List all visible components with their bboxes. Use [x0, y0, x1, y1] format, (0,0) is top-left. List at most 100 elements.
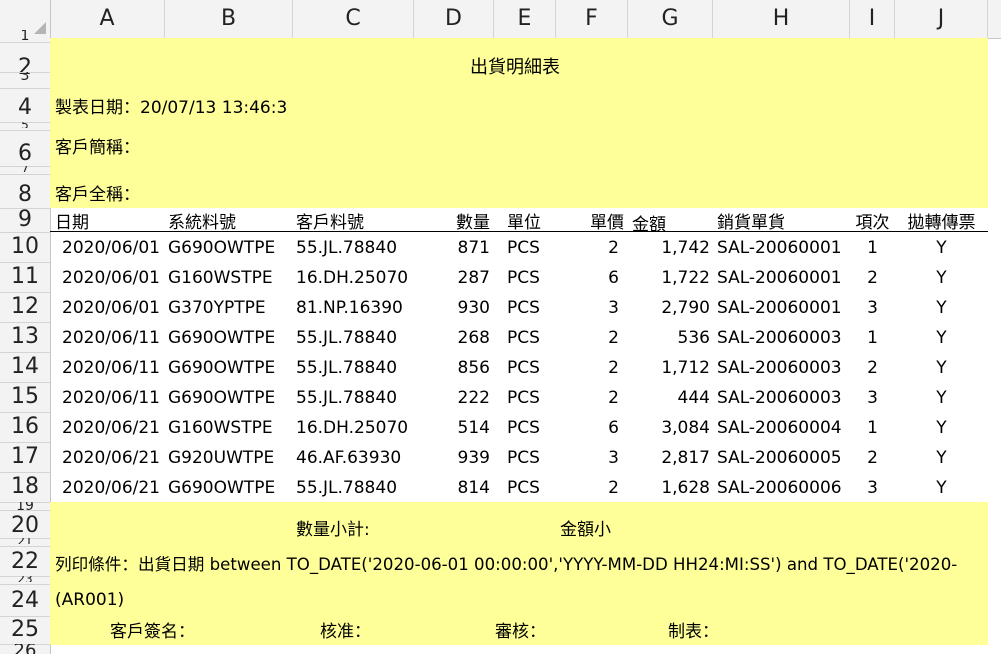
- row-header-21[interactable]: 21: [0, 538, 50, 544]
- cell-system-part-no[interactable]: G920UWTPE: [168, 448, 288, 468]
- row-header-25[interactable]: 25: [0, 616, 50, 644]
- cell-quantity[interactable]: 939: [420, 448, 490, 468]
- cell-system-part-no[interactable]: G690OWTPE: [168, 328, 288, 348]
- cell-quantity[interactable]: 514: [420, 418, 490, 438]
- cell-quantity[interactable]: 222: [420, 388, 490, 408]
- column-header-a[interactable]: A: [50, 0, 165, 38]
- cell-system-part-no[interactable]: G160WSTPE: [168, 418, 288, 438]
- column-header-j[interactable]: J: [895, 0, 988, 38]
- cell-customer-part-no[interactable]: 55.JL.78840: [296, 358, 411, 378]
- cell-sales-order[interactable]: SAL-20060005: [717, 448, 847, 468]
- row-header-20[interactable]: 20: [0, 512, 50, 540]
- cell-unit-price[interactable]: 2: [560, 388, 619, 408]
- column-header-f[interactable]: F: [556, 0, 628, 38]
- cell-date[interactable]: 2020/06/11: [55, 328, 160, 348]
- cell-voucher-transfer[interactable]: Y: [895, 358, 988, 378]
- cell-date[interactable]: 2020/06/11: [55, 388, 160, 408]
- cell-customer-part-no[interactable]: 55.JL.78840: [296, 388, 411, 408]
- cell-system-part-no[interactable]: G690OWTPE: [168, 478, 288, 498]
- cell-customer-part-no[interactable]: 55.JL.78840: [296, 478, 411, 498]
- cell-voucher-transfer[interactable]: Y: [895, 268, 988, 288]
- column-header-d[interactable]: D: [414, 0, 494, 38]
- header-unit[interactable]: 單位: [507, 213, 541, 233]
- column-header-g[interactable]: G: [628, 0, 713, 38]
- row-header-3[interactable]: 3: [0, 72, 50, 80]
- cell-quantity[interactable]: 268: [420, 328, 490, 348]
- cell-sales-order[interactable]: SAL-20060001: [717, 268, 847, 288]
- row-header-19[interactable]: 19: [0, 502, 50, 510]
- cell-unit[interactable]: PCS: [507, 328, 552, 348]
- approve-label[interactable]: 核准：: [320, 622, 371, 642]
- cell-item-no[interactable]: 1: [850, 418, 895, 438]
- cell-quantity[interactable]: 856: [420, 358, 490, 378]
- cell-unit-price[interactable]: 2: [560, 478, 619, 498]
- cell-voucher-transfer[interactable]: Y: [895, 388, 988, 408]
- row-header-13[interactable]: 13: [0, 322, 50, 352]
- cell-voucher-transfer[interactable]: Y: [895, 418, 988, 438]
- row-header-15[interactable]: 15: [0, 382, 50, 412]
- cell-date[interactable]: 2020/06/21: [55, 418, 160, 438]
- cell-item-no[interactable]: 2: [850, 358, 895, 378]
- cell-system-part-no[interactable]: G690OWTPE: [168, 358, 288, 378]
- row-header-1[interactable]: 1: [0, 30, 50, 42]
- row-header-14[interactable]: 14: [0, 352, 50, 382]
- cell-sales-order[interactable]: SAL-20060003: [717, 388, 847, 408]
- row-header-24[interactable]: 24: [0, 584, 50, 618]
- cell-unit[interactable]: PCS: [507, 238, 552, 258]
- cell-item-no[interactable]: 2: [850, 268, 895, 288]
- cell-date[interactable]: 2020/06/01: [55, 238, 160, 258]
- cell-item-no[interactable]: 2: [850, 448, 895, 468]
- cell-item-no[interactable]: 1: [850, 238, 895, 258]
- header-customer-part-no[interactable]: 客戶料號: [296, 213, 364, 233]
- column-header-c[interactable]: C: [293, 0, 414, 38]
- cell-date[interactable]: 2020/06/01: [55, 298, 160, 318]
- cell-customer-part-no[interactable]: 16.DH.25070: [296, 418, 411, 438]
- cell-voucher-transfer[interactable]: Y: [895, 448, 988, 468]
- cell-unit[interactable]: PCS: [507, 448, 552, 468]
- customer-short-name-label[interactable]: 客戶簡稱：: [55, 138, 140, 158]
- row-header-16[interactable]: 16: [0, 412, 50, 442]
- cell-customer-part-no[interactable]: 46.AF.63930: [296, 448, 411, 468]
- cell-item-no[interactable]: 3: [850, 388, 895, 408]
- row-header-22[interactable]: 22: [0, 548, 50, 576]
- print-condition[interactable]: 列印條件：出貨日期 between TO_DATE('2020-06-01 00…: [55, 555, 957, 575]
- review-label[interactable]: 審核：: [495, 622, 546, 642]
- cell-sales-order[interactable]: SAL-20060001: [717, 238, 847, 258]
- row-header-7[interactable]: 7: [0, 166, 50, 172]
- column-header-i[interactable]: I: [850, 0, 895, 38]
- row-header-11[interactable]: 11: [0, 262, 50, 292]
- row-header-9[interactable]: 9: [0, 208, 50, 232]
- cell-system-part-no[interactable]: G370YPTPE: [168, 298, 288, 318]
- cell-date[interactable]: 2020/06/01: [55, 268, 160, 288]
- cell-amount[interactable]: 1,722: [630, 268, 710, 288]
- report-title[interactable]: 出貨明細表: [470, 58, 560, 78]
- cell-unit-price[interactable]: 2: [560, 358, 619, 378]
- cell-sales-order[interactable]: SAL-20060006: [717, 478, 847, 498]
- cell-customer-part-no[interactable]: 55.JL.78840: [296, 238, 411, 258]
- cell-amount[interactable]: 1,742: [630, 238, 710, 258]
- cell-unit[interactable]: PCS: [507, 358, 552, 378]
- cell-date[interactable]: 2020/06/21: [55, 478, 160, 498]
- cell-customer-part-no[interactable]: 16.DH.25070: [296, 268, 411, 288]
- cell-unit[interactable]: PCS: [507, 268, 552, 288]
- cell-amount[interactable]: 1,712: [630, 358, 710, 378]
- cell-system-part-no[interactable]: G160WSTPE: [168, 268, 288, 288]
- cell-item-no[interactable]: 3: [850, 298, 895, 318]
- cell-voucher-transfer[interactable]: Y: [895, 238, 988, 258]
- cell-voucher-transfer[interactable]: Y: [895, 298, 988, 318]
- cell-sales-order[interactable]: SAL-20060003: [717, 358, 847, 378]
- row-header-26[interactable]: 26: [0, 644, 50, 654]
- prepared-by-label[interactable]: 制表：: [668, 622, 719, 642]
- cell-unit-price[interactable]: 6: [560, 268, 619, 288]
- report-code[interactable]: (AR001): [55, 590, 124, 610]
- header-amount[interactable]: 金額: [632, 215, 666, 235]
- row-header-12[interactable]: 12: [0, 292, 50, 322]
- row-header-5[interactable]: 5: [0, 122, 50, 128]
- row-header-2[interactable]: 2: [0, 42, 50, 94]
- header-item-no[interactable]: 項次: [850, 213, 895, 233]
- row-header-10[interactable]: 10: [0, 232, 50, 262]
- cell-amount[interactable]: 3,084: [630, 418, 710, 438]
- header-sales-order[interactable]: 銷貨單貨: [717, 213, 785, 233]
- quantity-subtotal-label[interactable]: 數量小計:: [296, 520, 370, 540]
- cell-customer-part-no[interactable]: 55.JL.78840: [296, 328, 411, 348]
